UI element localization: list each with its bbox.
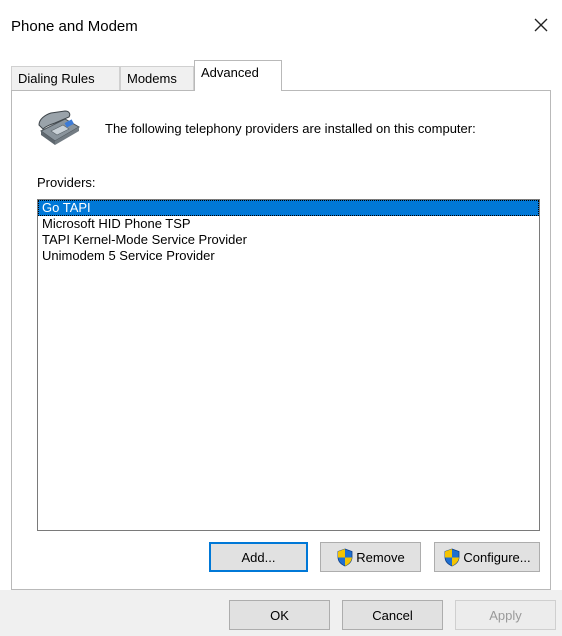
tab-modems[interactable]: Modems [120,66,194,90]
add-button[interactable]: Add... [209,542,308,572]
configure-button-label: Configure... [463,549,531,565]
tab-label: Advanced [201,65,259,80]
providers-listbox[interactable]: Go TAPI Microsoft HID Phone TSP TAPI Ker… [37,199,540,531]
ok-button-label: OK [270,607,289,623]
apply-button[interactable]: Apply [455,600,556,630]
cancel-button-label: Cancel [372,607,413,623]
close-icon[interactable] [530,14,552,36]
provider-item-unimodem-5[interactable]: Unimodem 5 Service Provider [38,248,539,264]
remove-button[interactable]: Remove [320,542,421,572]
tab-dialing-rules[interactable]: Dialing Rules [11,66,120,90]
tab-label: Dialing Rules [18,71,95,86]
tab-advanced[interactable]: Advanced [194,60,282,91]
telephone-icon [35,109,83,145]
provider-item-go-tapi[interactable]: Go TAPI [38,200,539,216]
provider-item-microsoft-hid-phone-tsp[interactable]: Microsoft HID Phone TSP [38,216,539,232]
dialog-footer: OK Cancel Apply [0,590,562,636]
add-button-label: Add... [241,549,276,565]
uac-shield-icon [337,548,353,566]
window-title: Phone and Modem [11,18,138,35]
apply-button-label: Apply [489,607,522,623]
remove-button-label: Remove [356,549,405,565]
configure-button[interactable]: Configure... [434,542,540,572]
cancel-button[interactable]: Cancel [342,600,443,630]
ok-button[interactable]: OK [229,600,330,630]
intro-text: The following telephony providers are in… [105,121,476,136]
uac-shield-icon [444,548,460,566]
title-bar: Phone and Modem [0,0,562,52]
advanced-panel: The following telephony providers are in… [11,90,551,590]
tab-label: Modems [127,71,177,86]
provider-item-tapi-kernel-mode[interactable]: TAPI Kernel-Mode Service Provider [38,232,539,248]
providers-label: Providers: [37,175,96,190]
